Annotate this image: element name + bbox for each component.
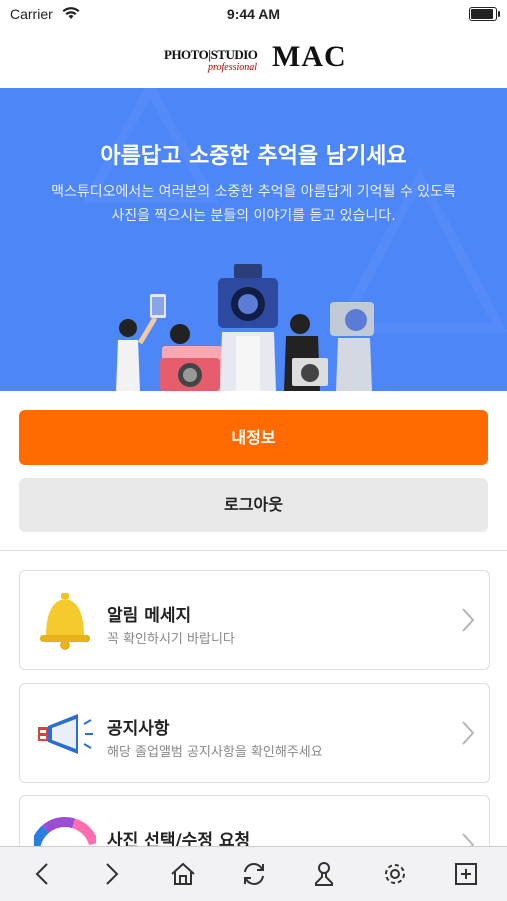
logo-brand: MAC xyxy=(272,40,347,73)
menu-item-notification[interactable]: 알림 메세지 꼭 확인하시기 바랍니다 xyxy=(19,570,490,670)
hero-title: 아름답고 소중한 추억을 남기세요 xyxy=(100,144,407,169)
back-icon[interactable] xyxy=(26,858,58,890)
logout-button[interactable]: 로그아웃 xyxy=(19,478,488,532)
menu-item-notice[interactable]: 공지사항 해당 졸업앨범 공지사항을 확인해주세요 xyxy=(19,683,490,783)
hero-description-line-1: 맥스튜디오에서는 여러분의 소중한 추억을 아름답게 기억될 수 있도록 xyxy=(51,184,456,200)
megaphone-icon xyxy=(34,702,96,764)
logo-professional: professional xyxy=(208,62,258,73)
home-icon[interactable] xyxy=(167,858,199,890)
clock: 9:44 AM xyxy=(226,6,281,22)
user-icon[interactable] xyxy=(308,858,340,890)
logo-photo-studio: PHOTO|STUDIO xyxy=(164,47,258,62)
hero-banner: 아름답고 소중한 추억을 남기세요 맥스튜디오에서는 여러분의 소중한 추억을 … xyxy=(0,88,507,391)
menu-item-subtitle: 꼭 확인하시기 바랍니다 xyxy=(107,632,235,647)
menu-item-subtitle: 해당 졸업앨범 공지사항을 확인해주세요 xyxy=(107,745,323,760)
app-header: PHOTO|STUDIO professional MAC xyxy=(0,28,507,88)
hero-description: 맥스튜디오에서는 여러분의 소중한 추억을 아름답게 기억될 수 있도록 사진을… xyxy=(20,180,487,228)
studio-logo: PHOTO|STUDIO professional MAC xyxy=(160,40,360,76)
bell-icon xyxy=(34,589,96,651)
chevron-right-icon xyxy=(461,607,475,637)
refresh-icon[interactable] xyxy=(238,858,270,890)
chevron-right-icon xyxy=(461,720,475,750)
bottom-toolbar xyxy=(0,846,507,901)
my-info-button[interactable]: 내정보 xyxy=(19,410,488,465)
battery-icon xyxy=(469,7,500,21)
menu-item-title: 공지사항 xyxy=(107,719,170,739)
hero-description-line-2: 사진을 찍으시는 분들의 이야기를 듣고 있습니다. xyxy=(111,208,396,224)
menu-item-title: 알림 메세지 xyxy=(107,606,192,626)
new-tab-icon[interactable] xyxy=(450,858,482,890)
settings-icon[interactable] xyxy=(379,858,411,890)
hero-illustration xyxy=(81,88,507,391)
section-divider xyxy=(0,550,507,551)
status-bar: Carrier 9:44 AM xyxy=(0,0,507,28)
forward-icon[interactable] xyxy=(96,858,128,890)
